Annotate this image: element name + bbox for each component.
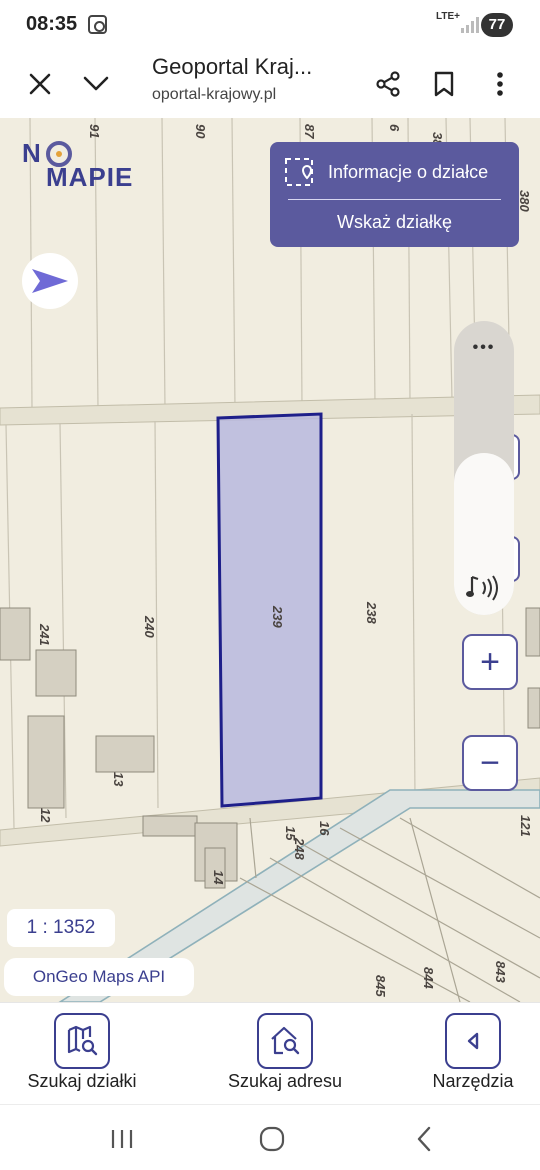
parcel-label: 91 [87, 124, 102, 138]
na-mapie-logo: N MAPIE [20, 138, 150, 192]
parcel-label: 90 [193, 124, 208, 139]
map-scale: 1 : 1352 [7, 909, 115, 947]
nav-label: Szukaj działki [27, 1071, 137, 1091]
battery-indicator: 77 [481, 13, 513, 37]
parcel-label: 845 [373, 975, 388, 997]
zoom-in-button[interactable]: + [462, 634, 518, 690]
parcel-label: 241 [37, 623, 52, 646]
back-icon[interactable] [404, 1119, 444, 1159]
parcel-label: 13 [111, 772, 126, 787]
compass-button[interactable] [22, 253, 78, 309]
status-bar: 08:35 LTE+ 77 [0, 0, 540, 50]
system-navigation-bar [0, 1104, 540, 1170]
music-volume-icon[interactable] [466, 573, 502, 603]
screenshot-notification-icon [88, 15, 107, 34]
close-icon[interactable] [18, 62, 62, 106]
select-parcel-icon [285, 158, 313, 186]
parcel-label: 239 [270, 605, 285, 628]
nav-tools[interactable]: Narzędzia [388, 1013, 540, 1103]
home-icon[interactable] [252, 1119, 292, 1159]
logo-word-mapie: MAPIE [46, 162, 134, 192]
network-type: LTE+ [436, 11, 460, 22]
parcel-info-panel: Informacje o działce Wskaż działkę [270, 142, 519, 247]
nav-label: Szukaj adresu [227, 1071, 343, 1091]
parcel-label: 16 [317, 821, 332, 836]
parcel-label: 121 [518, 815, 533, 837]
navigation-arrow-icon [32, 269, 68, 293]
home-search-icon [257, 1013, 313, 1069]
page-url[interactable]: oportal-krajowy.pl [152, 86, 322, 104]
divider [288, 199, 501, 200]
parcel-label: 844 [421, 967, 436, 989]
more-horiz-icon[interactable]: ••• [454, 339, 514, 357]
status-time: 08:35 [26, 13, 78, 35]
parcel-label: 12 [38, 808, 53, 823]
map-search-icon [54, 1013, 110, 1069]
page-title: Geoportal Kraj... [152, 54, 313, 79]
parcel-label: 240 [142, 615, 157, 638]
plus-icon: + [480, 643, 500, 681]
chevron-left-icon [445, 1013, 501, 1069]
recents-icon[interactable] [102, 1119, 142, 1159]
point-parcel-button[interactable]: Wskaż działkę [270, 212, 519, 233]
map-view[interactable]: 91 90 87 6 383 381 380 241 240 239 238 1… [0, 118, 540, 1002]
nav-label: Narzędzia [432, 1071, 514, 1091]
chevron-down-icon[interactable] [74, 62, 118, 106]
parcel-label: 843 [493, 961, 508, 983]
parcel-label: 380 [517, 190, 532, 212]
browser-toolbar: Geoportal Kraj... oportal-krajowy.pl [0, 50, 540, 118]
volume-slider[interactable]: ••• [454, 321, 514, 615]
bookmark-icon[interactable] [422, 62, 466, 106]
parcel-label: 238 [364, 601, 379, 624]
parcel-label: 87 [302, 124, 317, 139]
nav-search-address[interactable]: Szukaj adresu [200, 1013, 370, 1103]
zoom-out-button[interactable]: − [462, 735, 518, 791]
parcel-label: 6 [387, 124, 402, 132]
signal-icon [461, 17, 479, 33]
minus-icon: − [480, 744, 500, 782]
selected-parcel-239 [216, 412, 323, 808]
parcel-info-label: Informacje o działce [328, 161, 489, 182]
map-attribution[interactable]: OnGeo Maps API [4, 958, 194, 996]
parcel-label: 14 [211, 870, 226, 885]
more-vert-icon[interactable] [478, 62, 522, 106]
parcel-label: 248 [292, 837, 307, 860]
share-icon[interactable] [366, 62, 410, 106]
bottom-navigation: Szukaj działki Szukaj adresu Narzędzia [0, 1002, 540, 1104]
parcel-info-button[interactable]: Informacje o działce [284, 154, 488, 190]
nav-search-parcel[interactable]: Szukaj działki [0, 1013, 167, 1103]
logo-letter-n: N [22, 138, 42, 168]
